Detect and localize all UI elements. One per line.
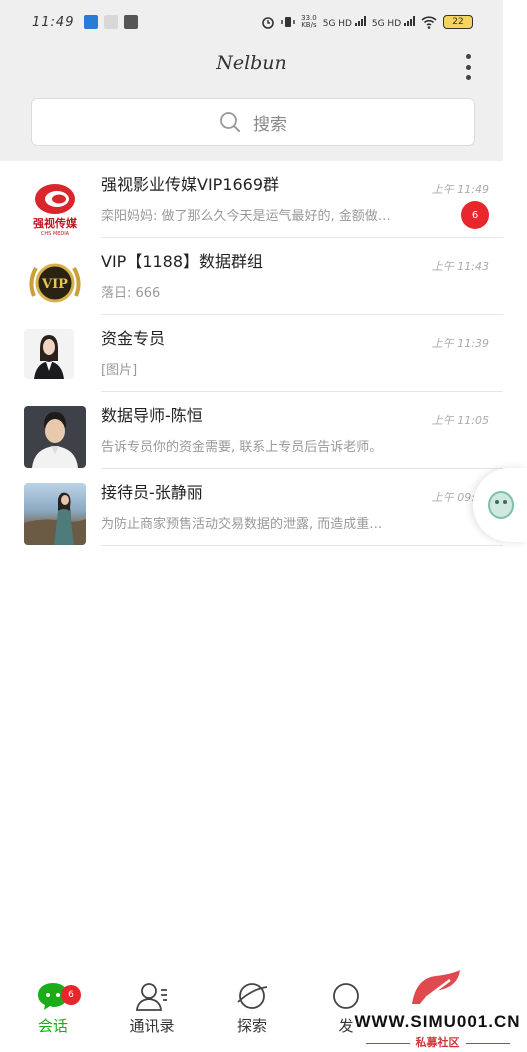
chat-item[interactable]: VIP VIP【1188】数据群组 上午 11:43 落日: 666 [0,238,503,315]
chat-list: 强视传媒 CHS MEDIA 强视影业传媒VIP1669群 上午 11:49 栾… [0,161,503,546]
chat-name: 数据导师-陈恒 [101,406,203,425]
avatar [24,406,86,468]
tab-sessions[interactable]: 会话 6 [13,981,93,1036]
app-notification-icon [104,15,119,29]
search-bar[interactable]: 搜索 [31,98,475,146]
person-photo-icon [34,335,64,379]
chat-item[interactable]: 资金专员 上午 11:39 [图片] [0,315,503,392]
watermark-subtext: 私募社区 [348,1034,527,1050]
watermark-logo-icon [412,970,460,1004]
signal-bars-icon [404,15,415,26]
chat-item[interactable]: 数据导师-陈恒 上午 11:05 告诉专员你的资金需要, 联系上专员后告诉老师。 [0,392,503,469]
person-photo-icon [24,492,86,545]
tab-contacts[interactable]: 通讯录 [112,981,192,1036]
alarm-icon [262,17,274,29]
wifi-icon [421,15,437,29]
network-speed: 33.0 KB/s [301,14,317,29]
avatar: 强视传媒 CHS MEDIA [24,175,86,237]
unread-badge: 6 [61,985,81,1005]
chat-preview: 落日: 666 [101,286,161,301]
floating-assistant-button[interactable] [473,468,527,542]
app-notification-icon [84,15,99,29]
avatar [24,483,86,545]
chat-time: 上午 11:49 [431,183,489,196]
more-dots-icon [465,54,471,59]
watermark: WWW.SIMU001.CN 私募社区 [348,968,527,1052]
tab-label: 探索 [236,1017,267,1035]
chat-item[interactable]: 强视传媒 CHS MEDIA 强视影业传媒VIP1669群 上午 11:49 栾… [0,161,503,238]
chat-item[interactable]: 接待员-张静丽 上午 09:30 为防止商家预售活动交易数据的泄露, 而造成重… [0,469,503,546]
svg-text:VIP: VIP [41,277,68,292]
app-notification-icon [124,15,139,29]
signal-indicator: 5G HD [323,15,366,29]
chat-preview: 为防止商家预售活动交易数据的泄露, 而造成重… [101,517,383,532]
chat-preview: [图片] [101,363,138,378]
contacts-icon [136,983,167,1011]
chat-preview: 告诉专员你的资金需要, 联系上专员后告诉老师。 [101,440,383,455]
battery-icon: 22 [443,15,473,29]
svg-text:强视传媒: 强视传媒 [33,216,78,230]
person-photo-icon [32,412,78,468]
chat-name: 接待员-张静丽 [101,483,203,502]
watermark-text: WWW.SIMU001.CN [354,1012,521,1031]
avatar [24,329,74,379]
status-bar: 11:49 33.0 KB/s 5G HD 5G HD 22 [0,0,503,44]
chs-media-logo-icon: 强视传媒 CHS MEDIA [33,184,78,237]
avatar: VIP [24,252,86,314]
chat-time: 上午 11:39 [431,337,489,350]
search-icon [220,112,240,132]
vibrate-icon [281,17,295,27]
planet-icon [237,983,268,1009]
tab-label: 通讯录 [129,1017,175,1035]
chat-time: 上午 11:43 [431,260,489,273]
app-header: Nelbun 搜索 [0,44,503,161]
chat-name: 资金专员 [101,329,166,348]
vip-badge-icon: VIP [29,263,81,303]
svg-text:CHS MEDIA: CHS MEDIA [41,231,70,237]
page-title: Nelbun [216,52,287,74]
chat-time: 上午 11:05 [431,414,489,427]
chat-name: VIP【1188】数据群组 [101,252,264,271]
tab-explore[interactable]: 探索 [212,981,292,1036]
divider [101,545,503,546]
signal-bars-icon [354,15,366,26]
tab-label: 会话 [37,1017,68,1035]
chat-preview: 栾阳妈妈: 做了那么久今天是运气最好的, 金额做… [101,209,391,224]
more-menu-button[interactable] [456,52,480,82]
unread-badge: 6 [461,201,489,229]
status-time: 11:49 [32,14,75,30]
search-placeholder: 搜索 [253,114,287,135]
assistant-icon [488,491,514,519]
chat-name: 强视影业传媒VIP1669群 [101,175,280,194]
signal-indicator: 5G HD [372,15,415,29]
